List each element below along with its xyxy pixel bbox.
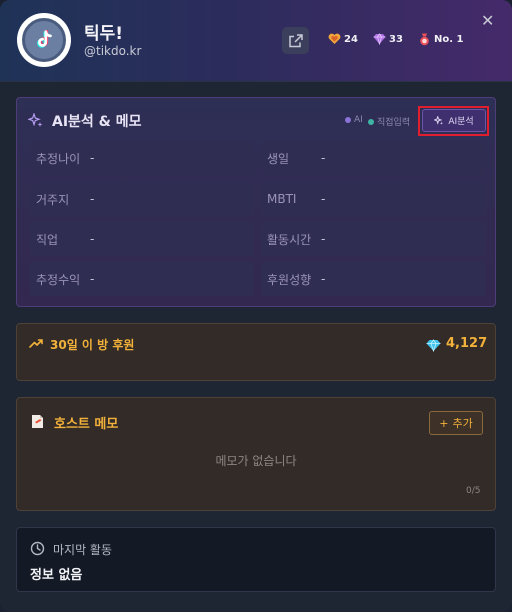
viewer-profile-card: 틱두! @tikdo.kr 24 33 No. 1 ✕ AI분석 & 메모 AI… bbox=[0, 0, 512, 612]
field-label: 거주지 bbox=[36, 192, 70, 207]
field-occupation[interactable]: 직업 - bbox=[30, 222, 254, 256]
ai-panel-title: AI분석 & 메모 bbox=[52, 114, 142, 130]
ai-analyze-button[interactable]: AI분석 bbox=[422, 109, 486, 132]
field-value: - bbox=[321, 272, 326, 286]
last-activity-value: 정보 없음 bbox=[30, 568, 83, 583]
sparkles-icon bbox=[434, 115, 444, 125]
plus-icon: + bbox=[439, 416, 449, 430]
field-value: - bbox=[90, 272, 95, 286]
stat-rank-value: No. 1 bbox=[434, 34, 464, 45]
field-label: 추정나이 bbox=[36, 151, 81, 166]
field-donation-tendency[interactable]: 후원성향 - bbox=[261, 262, 485, 296]
legend-dot-manual bbox=[368, 118, 374, 125]
field-estimated-income[interactable]: 추정수익 - bbox=[30, 262, 254, 296]
trending-up-icon bbox=[29, 339, 43, 348]
user-handle: @tikdo.kr bbox=[84, 44, 142, 58]
field-estimated-age[interactable]: 추정나이 - bbox=[30, 141, 254, 175]
field-value: - bbox=[90, 192, 95, 206]
field-label: 후원성향 bbox=[267, 272, 312, 287]
sparkles-icon bbox=[28, 113, 43, 127]
field-label: 생일 bbox=[267, 151, 290, 166]
last-activity-label: 마지막 활동 bbox=[53, 543, 113, 557]
legend-manual-label: 직접입력 bbox=[377, 118, 411, 128]
field-birthday[interactable]: 생일 - bbox=[261, 141, 485, 175]
clock-icon bbox=[30, 541, 45, 556]
field-value: - bbox=[90, 232, 95, 246]
legend-dot-ai bbox=[345, 117, 351, 123]
heart-badge-icon bbox=[328, 33, 341, 44]
add-memo-label: 추가 bbox=[452, 417, 473, 430]
memo-empty-state: 메모가 없습니다 bbox=[215, 454, 297, 468]
close-icon: ✕ bbox=[481, 11, 495, 30]
field-label: 직업 bbox=[36, 232, 59, 247]
stat-rank: No. 1 bbox=[418, 33, 463, 46]
field-residence[interactable]: 거주지 - bbox=[30, 182, 254, 216]
add-memo-button[interactable]: + 추가 bbox=[429, 411, 483, 435]
field-label: 추정수익 bbox=[36, 272, 81, 287]
donation-value: 4,127 bbox=[446, 336, 488, 351]
legend-manual: 직접입력 bbox=[368, 115, 410, 128]
gem-icon bbox=[426, 339, 441, 352]
avatar bbox=[17, 13, 71, 67]
field-label: MBTI bbox=[267, 192, 297, 206]
stat-likes-value: 24 bbox=[344, 33, 358, 45]
field-mbti[interactable]: MBTI - bbox=[261, 182, 485, 216]
display-name: 틱두! bbox=[84, 24, 124, 44]
stat-likes: 24 bbox=[328, 33, 358, 45]
field-active-hours[interactable]: 활동시간 - bbox=[261, 222, 485, 256]
memo-icon bbox=[32, 415, 43, 428]
close-button[interactable]: ✕ bbox=[481, 13, 494, 29]
field-value: - bbox=[321, 192, 326, 206]
field-label: 활동시간 bbox=[267, 232, 312, 247]
medal-icon bbox=[420, 33, 429, 46]
last-activity-panel bbox=[16, 527, 496, 592]
legend-ai-label: AI bbox=[354, 115, 363, 125]
external-link-icon bbox=[288, 33, 303, 47]
legend-ai: AI bbox=[345, 115, 363, 125]
field-value: - bbox=[321, 232, 326, 246]
field-value: - bbox=[90, 151, 95, 165]
donation-title: 30일 이 방 후원 bbox=[50, 338, 135, 352]
stat-diamonds-value: 33 bbox=[389, 33, 403, 45]
memo-title: 호스트 메모 bbox=[54, 417, 119, 432]
open-external-button[interactable] bbox=[282, 27, 309, 54]
field-value: - bbox=[321, 151, 326, 165]
stat-diamonds: 33 bbox=[373, 33, 403, 45]
ai-analyze-button-label: AI분석 bbox=[448, 117, 474, 127]
memo-count: 0/5 bbox=[466, 486, 481, 496]
diamond-icon bbox=[373, 33, 386, 45]
tiktok-logo-icon bbox=[37, 29, 52, 48]
